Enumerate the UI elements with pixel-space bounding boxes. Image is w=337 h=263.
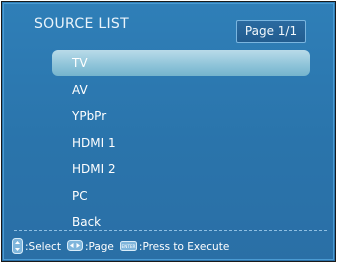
source-list-panel: SOURCE LIST Page 1/1 TV AV YPbPr HDMI 1 … — [3, 3, 334, 260]
footer-help-bar: :Select :Page ENTER :Press to Execute — [12, 237, 230, 257]
source-list: TV AV YPbPr HDMI 1 HDMI 2 PC Back — [52, 50, 310, 236]
source-item-tv[interactable]: TV — [52, 50, 310, 76]
source-item-pc[interactable]: PC — [52, 183, 310, 209]
source-item-hdmi-2[interactable]: HDMI 2 — [52, 156, 310, 182]
source-item-av[interactable]: AV — [52, 77, 310, 103]
source-item-hdmi-1[interactable]: HDMI 1 — [52, 130, 310, 156]
enter-key-icon: ENTER — [119, 240, 137, 254]
source-item-ypbpr[interactable]: YPbPr — [52, 103, 310, 129]
up-down-arrows-icon — [12, 237, 23, 257]
execute-hint: :Press to Execute — [138, 241, 230, 253]
enter-key-text: ENTER — [121, 244, 135, 249]
select-hint: :Select — [25, 241, 61, 253]
left-right-arrows-icon — [66, 240, 83, 254]
page-indicator: Page 1/1 — [236, 20, 306, 43]
page-title: SOURCE LIST — [34, 16, 129, 32]
source-item-back[interactable]: Back — [52, 209, 310, 235]
footer-divider — [14, 230, 327, 231]
page-hint: :Page — [84, 241, 114, 253]
osd-window: SOURCE LIST Page 1/1 TV AV YPbPr HDMI 1 … — [1, 1, 336, 262]
